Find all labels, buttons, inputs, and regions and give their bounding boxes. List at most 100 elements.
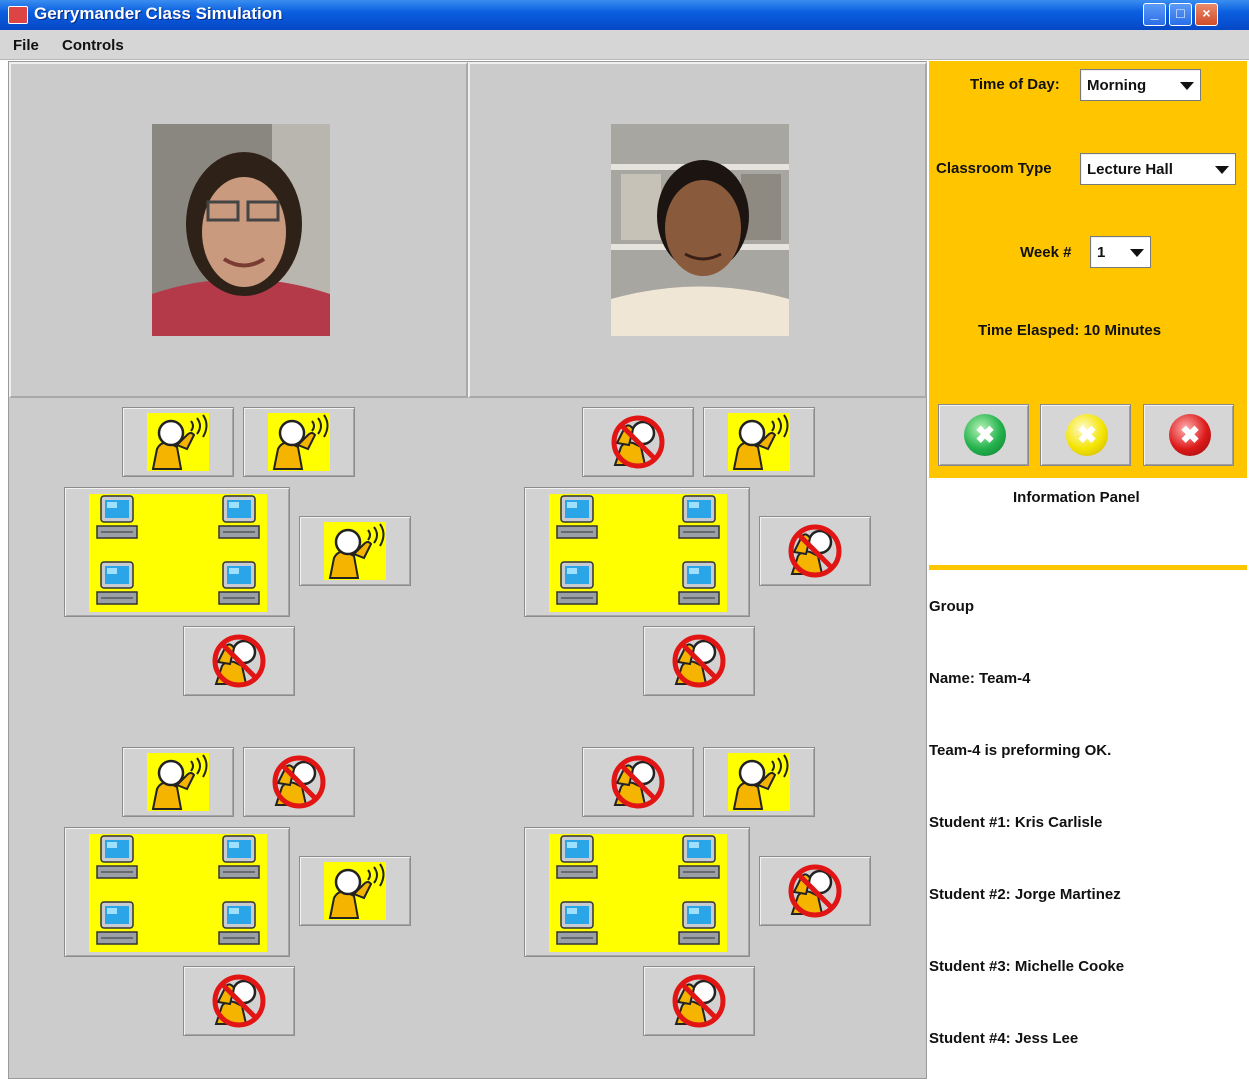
info-panel-title: Information Panel bbox=[1013, 489, 1140, 506]
student-button-bottom[interactable] bbox=[183, 966, 295, 1036]
computer-icon bbox=[553, 494, 601, 542]
student-button-bottom[interactable] bbox=[643, 966, 755, 1036]
raised-hand-icon bbox=[728, 413, 790, 471]
classroom-type-label: Classroom Type bbox=[936, 160, 1052, 177]
no-hand-icon bbox=[607, 753, 669, 811]
week-select[interactable]: 1 bbox=[1090, 236, 1151, 268]
raised-hand-icon bbox=[324, 862, 386, 920]
raised-hand-icon bbox=[324, 522, 386, 580]
student-button-bottom[interactable] bbox=[183, 626, 295, 696]
student-button-top-left[interactable] bbox=[122, 407, 234, 477]
status-green-button[interactable]: ✖ bbox=[938, 404, 1029, 466]
status-yellow-icon: ✖ bbox=[1066, 414, 1108, 456]
info-team-status: Team-4 is preforming OK. bbox=[929, 742, 1112, 759]
student-button-top-right[interactable] bbox=[703, 407, 815, 477]
chevron-down-icon bbox=[1180, 82, 1194, 90]
time-of-day-select[interactable]: Morning bbox=[1080, 69, 1201, 101]
computer-icon bbox=[215, 834, 263, 882]
computer-icon bbox=[553, 560, 601, 608]
close-button[interactable]: × bbox=[1195, 3, 1218, 26]
title-bar: Gerrymander Class Simulation _ □ × bbox=[0, 0, 1249, 30]
student-button-side[interactable] bbox=[299, 516, 411, 586]
raised-hand-icon bbox=[268, 413, 330, 471]
window-title: Gerrymander Class Simulation bbox=[34, 4, 283, 23]
computer-icon bbox=[675, 900, 723, 948]
no-hand-icon bbox=[784, 862, 846, 920]
no-hand-icon bbox=[784, 522, 846, 580]
info-group-heading: Group bbox=[929, 598, 974, 615]
computer-icon bbox=[675, 494, 723, 542]
student-button-bottom[interactable] bbox=[643, 626, 755, 696]
status-red-button[interactable]: ✖ bbox=[1143, 404, 1234, 466]
info-student-3: Student #3: Michelle Cooke bbox=[929, 958, 1125, 975]
info-student-2: Student #2: Jorge Martinez bbox=[929, 886, 1121, 903]
student-button-top-left[interactable] bbox=[122, 747, 234, 817]
assistant-photo bbox=[611, 124, 789, 336]
raised-hand-icon bbox=[147, 753, 209, 811]
computer-icon bbox=[675, 834, 723, 882]
status-yellow-button[interactable]: ✖ bbox=[1040, 404, 1131, 466]
chevron-down-icon bbox=[1215, 166, 1229, 174]
group-table[interactable] bbox=[524, 827, 750, 957]
time-elapsed: Time Elasped: 10 Minutes bbox=[978, 322, 1162, 339]
app-icon bbox=[8, 6, 28, 24]
no-hand-icon bbox=[668, 632, 730, 690]
student-button-top-right[interactable] bbox=[703, 747, 815, 817]
check-green-icon: ✖ bbox=[964, 414, 1006, 456]
raised-hand-icon bbox=[147, 413, 209, 471]
info-team-name: Name: Team-4 bbox=[929, 670, 1031, 687]
minimize-button[interactable]: _ bbox=[1143, 3, 1166, 26]
student-button-top-right[interactable] bbox=[243, 407, 355, 477]
week-label: Week # bbox=[1020, 244, 1072, 261]
group-table[interactable] bbox=[64, 487, 290, 617]
student-button-side[interactable] bbox=[759, 516, 871, 586]
student-button-top-left[interactable] bbox=[582, 407, 694, 477]
instructor-panel bbox=[9, 62, 468, 398]
computer-icon bbox=[93, 834, 141, 882]
no-hand-icon bbox=[208, 632, 270, 690]
computer-icon bbox=[675, 560, 723, 608]
no-hand-icon bbox=[268, 753, 330, 811]
time-of-day-label: Time of Day: bbox=[970, 76, 1060, 93]
maximize-button[interactable]: □ bbox=[1169, 3, 1192, 26]
student-button-top-right[interactable] bbox=[243, 747, 355, 817]
computer-icon bbox=[93, 494, 141, 542]
group-table[interactable] bbox=[524, 487, 750, 617]
raised-hand-icon bbox=[728, 753, 790, 811]
classroom-type-select[interactable]: Lecture Hall bbox=[1080, 153, 1236, 185]
computer-icon bbox=[93, 560, 141, 608]
table-surface bbox=[89, 834, 267, 952]
group-table[interactable] bbox=[64, 827, 290, 957]
no-hand-icon bbox=[607, 413, 669, 471]
no-hand-icon bbox=[668, 972, 730, 1030]
table-surface bbox=[89, 494, 267, 612]
classroom-type-value: Lecture Hall bbox=[1087, 161, 1173, 178]
status-red-icon: ✖ bbox=[1169, 414, 1211, 456]
close-icon: × bbox=[1202, 5, 1211, 21]
table-surface bbox=[549, 494, 727, 612]
student-button-side[interactable] bbox=[759, 856, 871, 926]
student-button-side[interactable] bbox=[299, 856, 411, 926]
computer-icon bbox=[553, 834, 601, 882]
control-panel: Time of Day: Morning Classroom Type Lect… bbox=[929, 61, 1247, 478]
week-value: 1 bbox=[1097, 244, 1106, 261]
chevron-down-icon bbox=[1130, 249, 1144, 257]
info-student-4: Student #4: Jess Lee bbox=[929, 1030, 1079, 1047]
no-hand-icon bbox=[208, 972, 270, 1030]
menu-file[interactable]: File bbox=[13, 37, 39, 54]
info-panel-header: Information Panel bbox=[929, 478, 1247, 565]
menu-bar: File Controls bbox=[0, 30, 1249, 60]
info-student-1: Student #1: Kris Carlisle bbox=[929, 814, 1103, 831]
student-button-top-left[interactable] bbox=[582, 747, 694, 817]
time-of-day-value: Morning bbox=[1087, 77, 1147, 94]
computer-icon bbox=[93, 900, 141, 948]
computer-icon bbox=[215, 560, 263, 608]
assistant-panel bbox=[468, 62, 927, 398]
classroom-area bbox=[8, 61, 927, 1079]
computer-icon bbox=[215, 900, 263, 948]
info-panel: Group Name: Team-4 Team-4 is preforming … bbox=[929, 570, 1247, 1080]
menu-controls[interactable]: Controls bbox=[62, 37, 124, 54]
maximize-icon: □ bbox=[1176, 5, 1185, 21]
computer-icon bbox=[215, 494, 263, 542]
instructor-photo bbox=[152, 124, 330, 336]
